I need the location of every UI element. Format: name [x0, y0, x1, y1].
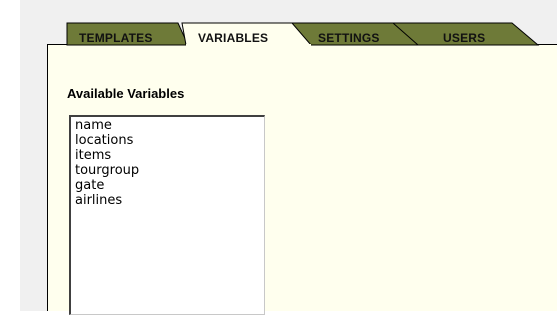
variable-option[interactable]: locations	[75, 133, 264, 148]
tab-bar: TEMPLATES VARIABLES SETTINGS USERS	[0, 0, 557, 50]
tab-settings[interactable]: SETTINGS	[318, 31, 380, 45]
variable-option[interactable]: name	[75, 118, 264, 133]
tab-templates[interactable]: TEMPLATES	[79, 31, 153, 45]
variables-listbox[interactable]: name locations items tourgroup gate airlines	[69, 115, 265, 315]
available-variables-title: Available Variables	[67, 86, 185, 101]
variables-list: name locations items tourgroup gate airlines	[71, 117, 264, 208]
variable-option[interactable]: airlines	[75, 193, 264, 208]
variable-option[interactable]: items	[75, 148, 264, 163]
tab-users[interactable]: USERS	[443, 31, 485, 45]
variable-option[interactable]: gate	[75, 178, 264, 193]
tab-variables[interactable]: VARIABLES	[198, 31, 268, 45]
variable-option[interactable]: tourgroup	[75, 163, 264, 178]
